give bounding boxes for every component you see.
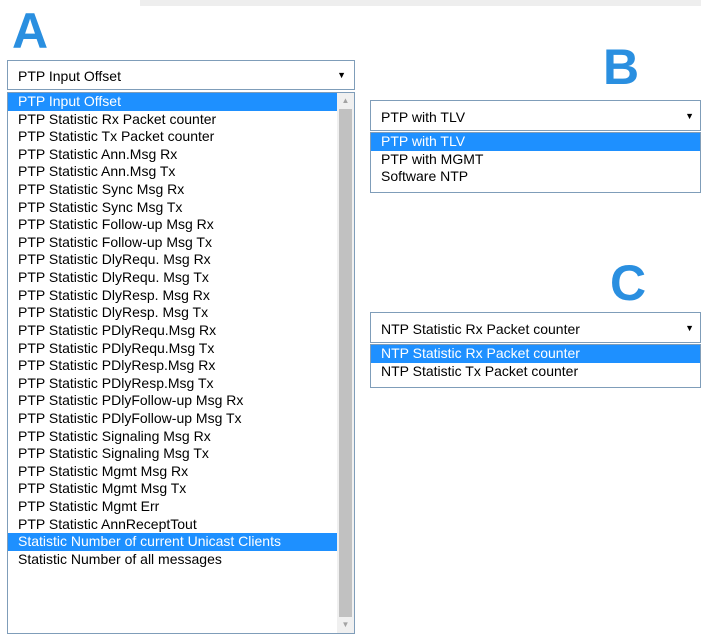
top-divider — [140, 0, 701, 6]
list-item[interactable]: PTP Input Offset — [8, 93, 337, 111]
scrollbar[interactable]: ▲ ▼ — [337, 93, 354, 633]
list-item[interactable]: PTP Statistic Ann.Msg Tx — [8, 163, 337, 181]
chevron-down-icon[interactable]: ▼ — [685, 111, 694, 121]
list-item[interactable]: PTP Statistic Sync Msg Tx — [8, 199, 337, 217]
list-item[interactable]: PTP with MGMT — [371, 151, 700, 169]
select-c[interactable]: NTP Statistic Rx Packet counter ▼ — [370, 312, 701, 343]
list-item[interactable]: PTP Statistic PDlyRequ.Msg Rx — [8, 322, 337, 340]
list-item[interactable]: PTP Statistic Mgmt Msg Rx — [8, 463, 337, 481]
select-b-value: PTP with TLV — [381, 109, 466, 125]
label-a: A — [12, 3, 49, 59]
select-b[interactable]: PTP with TLV ▼ — [370, 100, 701, 131]
chevron-down-icon[interactable]: ▼ — [685, 323, 694, 333]
list-item[interactable]: PTP Statistic PDlyRequ.Msg Tx — [8, 340, 337, 358]
list-item[interactable]: PTP Statistic Tx Packet counter — [8, 128, 337, 146]
list-item[interactable]: PTP Statistic Signaling Msg Tx — [8, 445, 337, 463]
chevron-down-icon[interactable]: ▼ — [337, 70, 346, 80]
list-item[interactable]: PTP Statistic Mgmt Err — [8, 498, 337, 516]
list-item[interactable]: PTP Statistic DlyRequ. Msg Tx — [8, 269, 337, 287]
select-c-options[interactable]: NTP Statistic Rx Packet counter NTP Stati… — [370, 344, 701, 388]
scroll-up-icon[interactable]: ▲ — [337, 93, 354, 109]
list-item[interactable]: PTP Statistic Follow-up Msg Rx — [8, 216, 337, 234]
list-item[interactable]: PTP Statistic PDlyResp.Msg Tx — [8, 375, 337, 393]
list-item[interactable]: PTP Statistic PDlyResp.Msg Rx — [8, 357, 337, 375]
list-item[interactable]: PTP Statistic Rx Packet counter — [8, 111, 337, 129]
list-item[interactable]: PTP Statistic Follow-up Msg Tx — [8, 234, 337, 252]
list-item[interactable]: PTP with TLV — [371, 133, 700, 151]
list-item[interactable]: PTP Statistic Signaling Msg Rx — [8, 428, 337, 446]
list-item[interactable]: PTP Statistic Sync Msg Rx — [8, 181, 337, 199]
scroll-down-icon[interactable]: ▼ — [337, 617, 354, 633]
list-item[interactable]: PTP Statistic DlyResp. Msg Tx — [8, 304, 337, 322]
list-item[interactable]: PTP Statistic DlyRequ. Msg Rx — [8, 251, 337, 269]
list-item[interactable]: PTP Statistic Ann.Msg Rx — [8, 146, 337, 164]
scrollbar-thumb[interactable] — [339, 109, 352, 617]
select-a[interactable]: PTP Input Offset ▼ — [7, 60, 355, 90]
list-item[interactable]: NTP Statistic Rx Packet counter — [371, 345, 700, 363]
label-b: B — [603, 39, 640, 95]
list-item[interactable]: PTP Statistic PDlyFollow-up Msg Rx — [8, 392, 337, 410]
list-item[interactable]: PTP Statistic Mgmt Msg Tx — [8, 480, 337, 498]
label-c: C — [610, 255, 647, 311]
select-c-value: NTP Statistic Rx Packet counter — [381, 321, 580, 337]
select-a-options[interactable]: PTP Input Offset PTP Statistic Rx Packet … — [7, 92, 355, 634]
list-item[interactable]: Statistic Number of current Unicast Clie… — [8, 533, 337, 551]
select-b-options[interactable]: PTP with TLV PTP with MGMT Software NTP — [370, 132, 701, 193]
list-item[interactable]: PTP Statistic AnnReceptTout — [8, 516, 337, 534]
list-item[interactable]: Software NTP — [371, 168, 700, 186]
list-item[interactable]: PTP Statistic DlyResp. Msg Rx — [8, 287, 337, 305]
list-item[interactable]: NTP Statistic Tx Packet counter — [371, 363, 700, 381]
select-a-value: PTP Input Offset — [18, 68, 121, 84]
list-item[interactable]: Statistic Number of all messages — [8, 551, 337, 569]
list-item[interactable]: PTP Statistic PDlyFollow-up Msg Tx — [8, 410, 337, 428]
